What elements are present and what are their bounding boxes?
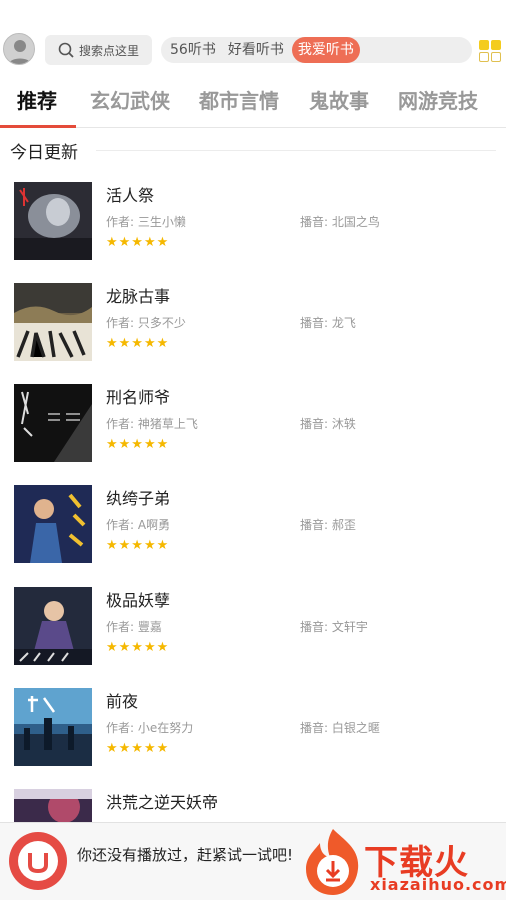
top-bar: 搜索点这里 56听书 好看听书 我爱听书 (0, 28, 506, 74)
tab-recommend[interactable]: 推荐 (17, 86, 57, 126)
book-item[interactable]: 极品妖孽 作者: 豐嘉 播音: 文轩宇 ★★★★★ (0, 587, 506, 688)
book-cover (14, 587, 92, 665)
book-author: 作者: 豐嘉 (106, 620, 162, 634)
player-disc-icon[interactable] (9, 832, 67, 890)
source-tabs: 56听书 好看听书 我爱听书 (161, 37, 472, 63)
category-tabs: 推荐 玄幻武侠 都市言情 鬼故事 网游竞技 (0, 86, 506, 128)
star-rating-icon: ★★★★★ (106, 538, 170, 553)
book-item[interactable]: 活人祭 作者: 三生小懒 播音: 北国之鸟 ★★★★★ (0, 182, 506, 283)
source-tab-woai[interactable]: 我爱听书 (291, 37, 360, 63)
book-cover (14, 283, 92, 361)
book-title: 前夜 (106, 692, 139, 711)
search-icon (58, 42, 74, 58)
book-author: 作者: A啊勇 (106, 518, 171, 532)
avatar-icon[interactable] (3, 33, 35, 65)
tab-xuanhuan[interactable]: 玄幻武侠 (90, 86, 170, 126)
book-cover (14, 688, 92, 766)
flame-logo-icon (306, 829, 359, 895)
book-narrator: 播音: 沐轶 (300, 417, 356, 431)
book-narrator: 播音: 龙飞 (300, 316, 356, 330)
book-cover (14, 384, 92, 462)
book-item[interactable]: 龙脉古事 作者: 只多不少 播音: 龙飞 ★★★★★ (0, 283, 506, 384)
book-title: 龙脉古事 (106, 287, 171, 306)
search-placeholder: 搜索点这里 (79, 43, 140, 58)
player-message: 你还没有播放过，赶紧试一试吧! (77, 846, 294, 864)
star-rating-icon: ★★★★★ (106, 437, 170, 452)
book-item[interactable]: 前夜 作者: 小e在努力 播音: 白银之暱 ★★★★★ (0, 688, 506, 789)
star-rating-icon: ★★★★★ (106, 741, 170, 756)
book-cover (14, 182, 92, 260)
player-bar[interactable]: 你还没有播放过，赶紧试一试吧! 下载火 xiazaihuo.com (0, 822, 506, 900)
search-box[interactable]: 搜索点这里 (45, 35, 152, 65)
star-rating-icon: ★★★★★ (106, 336, 170, 351)
grid-menu-icon[interactable] (478, 39, 502, 63)
watermark: 下载火 xiazaihuo.com (300, 827, 506, 897)
tab-dushi[interactable]: 都市言情 (199, 86, 279, 126)
star-rating-icon: ★★★★★ (106, 235, 170, 250)
star-rating-icon: ★★★★★ (106, 640, 170, 655)
section-title: 今日更新 (10, 143, 78, 163)
book-title: 纨绔子弟 (106, 489, 171, 508)
book-title: 洪荒之逆天妖帝 (106, 793, 219, 812)
book-item[interactable]: 纨绔子弟 作者: A啊勇 播音: 郝歪 ★★★★★ (0, 485, 506, 586)
book-narrator: 播音: 郝歪 (300, 518, 356, 532)
book-title: 刑名师爷 (106, 388, 171, 407)
book-title: 极品妖孽 (106, 591, 171, 610)
section-divider (96, 150, 496, 151)
book-narrator: 播音: 白银之暱 (300, 721, 380, 735)
watermark-domain: xiazaihuo.com (370, 875, 506, 894)
active-tab-indicator (0, 125, 76, 128)
tab-guigushi[interactable]: 鬼故事 (309, 86, 369, 126)
tab-wangyou[interactable]: 网游竞技 (398, 86, 478, 126)
source-tab-haokan[interactable]: 好看听书 (224, 37, 288, 63)
book-author: 作者: 小e在努力 (106, 721, 194, 735)
book-cover (14, 485, 92, 563)
book-title: 活人祭 (106, 186, 155, 205)
book-narrator: 播音: 文轩宇 (300, 620, 368, 634)
source-tab-56[interactable]: 56听书 (166, 37, 220, 63)
book-item[interactable]: 刑名师爷 作者: 神猪草上飞 播音: 沐轶 ★★★★★ (0, 384, 506, 485)
book-narrator: 播音: 北国之鸟 (300, 215, 380, 229)
book-author: 作者: 三生小懒 (106, 215, 186, 229)
book-author: 作者: 只多不少 (106, 316, 186, 330)
book-author: 作者: 神猪草上飞 (106, 417, 198, 431)
